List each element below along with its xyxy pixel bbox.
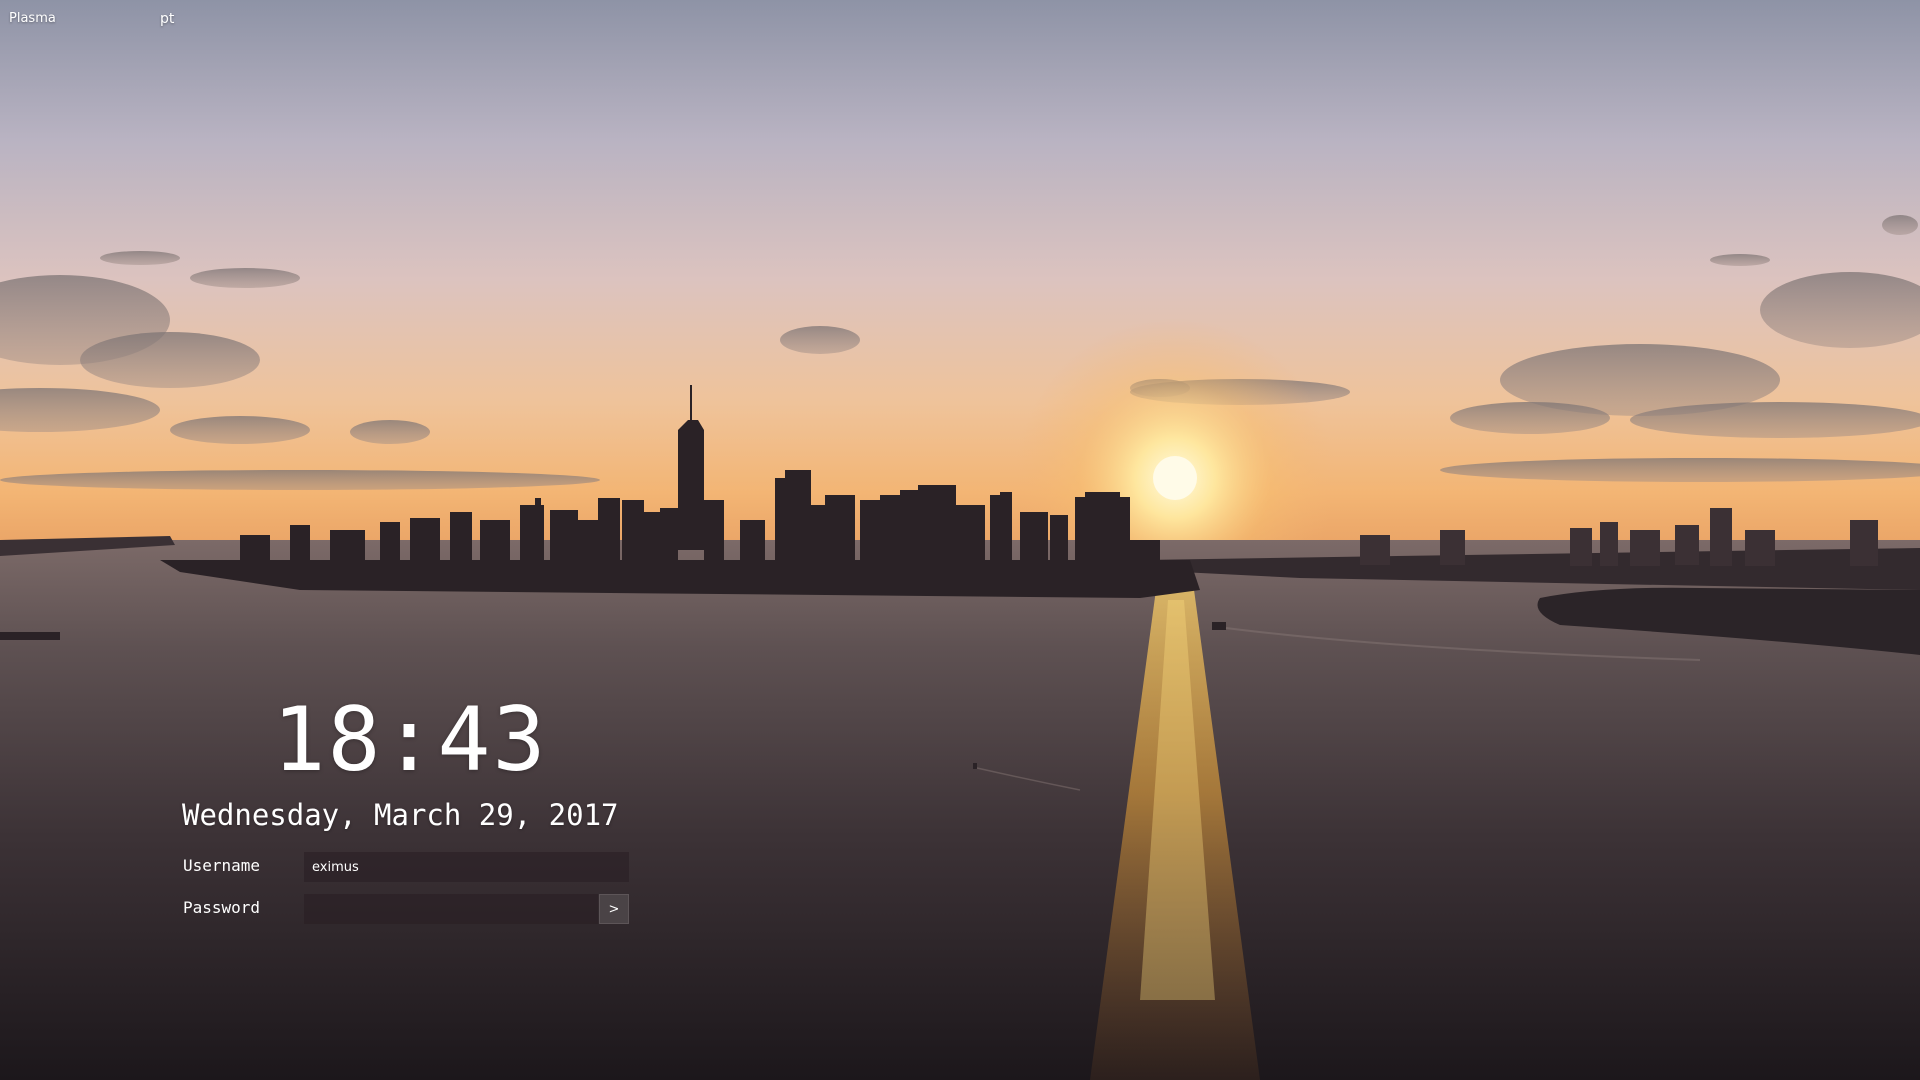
password-input[interactable] [304, 894, 598, 924]
clock-time: 18:43 [272, 688, 548, 791]
login-button[interactable]: > [599, 894, 629, 924]
clock-date: Wednesday, March 29, 2017 [182, 798, 619, 832]
username-label: Username [183, 856, 261, 875]
login-panel: 18:43 Wednesday, March 29, 2017 Username… [0, 0, 1920, 1080]
username-input[interactable] [304, 852, 629, 882]
password-label: Password [183, 898, 261, 917]
